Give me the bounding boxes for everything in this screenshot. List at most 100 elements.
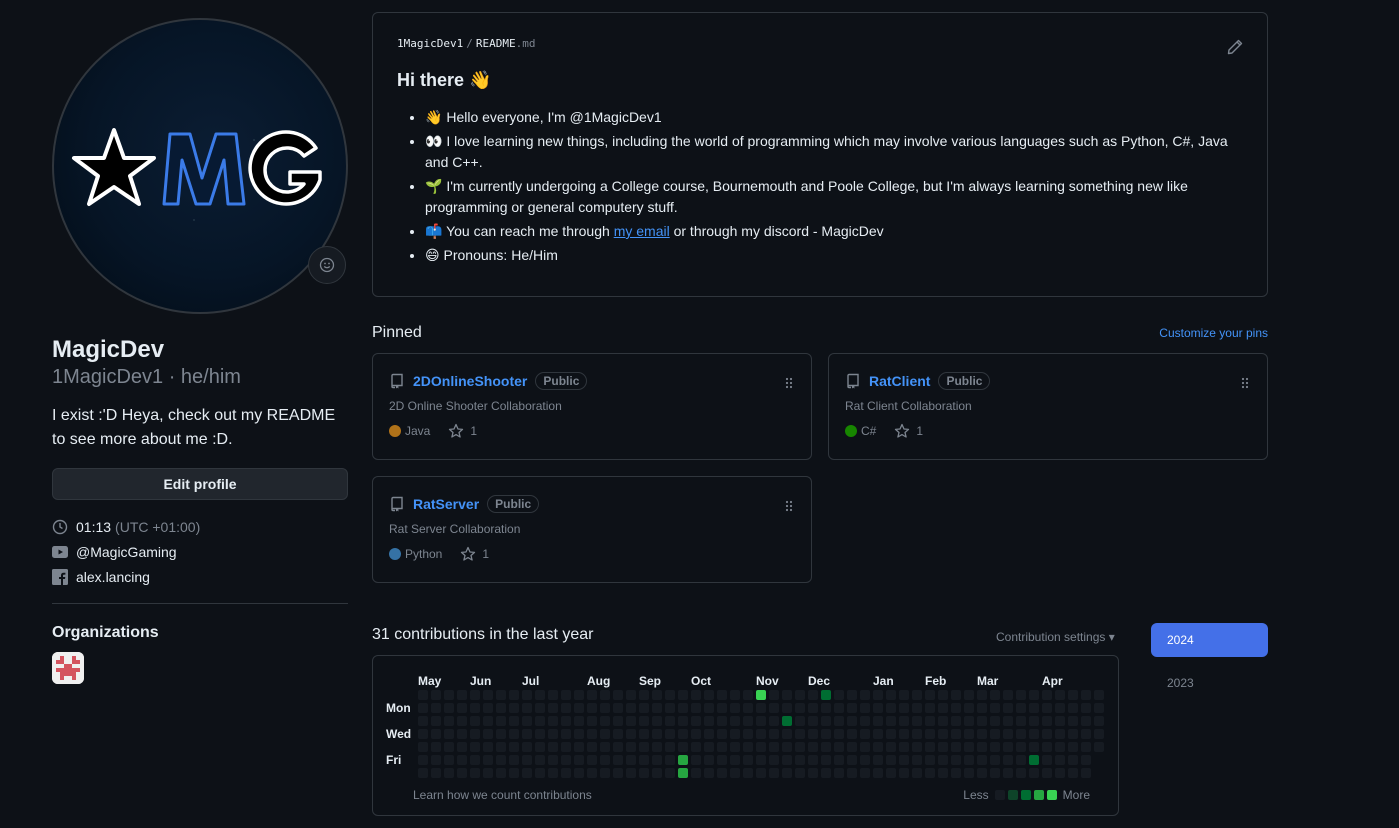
repo-link[interactable]: RatClient [869, 373, 930, 389]
contribution-day[interactable] [470, 755, 480, 765]
contribution-day[interactable] [626, 755, 636, 765]
contribution-day[interactable] [938, 690, 948, 700]
contribution-day[interactable] [1016, 690, 1026, 700]
contribution-day[interactable] [769, 716, 779, 726]
contribution-day[interactable] [717, 768, 727, 778]
contribution-day[interactable] [665, 768, 675, 778]
contribution-day[interactable] [509, 729, 519, 739]
contribution-day[interactable] [444, 703, 454, 713]
contribution-day[interactable] [548, 716, 558, 726]
contribution-day[interactable] [470, 742, 480, 752]
contribution-day[interactable] [938, 755, 948, 765]
contribution-day[interactable] [483, 742, 493, 752]
repo-link[interactable]: 2DOnlineShooter [413, 373, 527, 389]
contribution-day[interactable] [1094, 690, 1104, 700]
contribution-day[interactable] [730, 755, 740, 765]
contribution-day-active[interactable] [1029, 755, 1039, 765]
contribution-day[interactable] [886, 716, 896, 726]
contribution-settings-dropdown[interactable]: Contribution settings ▾ [996, 630, 1115, 644]
contribution-day[interactable] [756, 768, 766, 778]
contribution-day[interactable] [951, 703, 961, 713]
contribution-day[interactable] [1068, 690, 1078, 700]
contribution-day[interactable] [522, 716, 532, 726]
contribution-day[interactable] [561, 729, 571, 739]
contribution-day[interactable] [522, 742, 532, 752]
contribution-day[interactable] [496, 768, 506, 778]
contribution-day[interactable] [834, 690, 844, 700]
contribution-day[interactable] [1029, 768, 1039, 778]
contribution-day[interactable] [587, 729, 597, 739]
contribution-day[interactable] [847, 716, 857, 726]
drag-handle-icon[interactable] [1241, 376, 1249, 394]
year-2024-button[interactable]: 2024 [1151, 623, 1268, 657]
contribution-day[interactable] [496, 729, 506, 739]
contribution-day[interactable] [574, 690, 584, 700]
contribution-day[interactable] [444, 755, 454, 765]
contribution-day[interactable] [873, 768, 883, 778]
contribution-day[interactable] [834, 716, 844, 726]
contribution-day[interactable] [1068, 768, 1078, 778]
contribution-day[interactable] [1029, 729, 1039, 739]
contribution-day[interactable] [483, 716, 493, 726]
contribution-day[interactable] [535, 729, 545, 739]
contribution-day[interactable] [717, 690, 727, 700]
contribution-day[interactable] [1081, 729, 1091, 739]
contribution-day[interactable] [743, 716, 753, 726]
contribution-day[interactable] [886, 742, 896, 752]
contribution-day[interactable] [717, 742, 727, 752]
contribution-day[interactable] [496, 703, 506, 713]
contribution-day[interactable] [769, 690, 779, 700]
contribution-day[interactable] [1016, 729, 1026, 739]
contribution-day[interactable] [873, 755, 883, 765]
contribution-day[interactable] [691, 755, 701, 765]
contribution-day[interactable] [626, 768, 636, 778]
contribution-day[interactable] [561, 755, 571, 765]
contribution-day[interactable] [1055, 690, 1065, 700]
contribution-day[interactable] [535, 755, 545, 765]
contribution-day[interactable] [691, 690, 701, 700]
contribution-day[interactable] [808, 755, 818, 765]
contribution-day[interactable] [522, 755, 532, 765]
contribution-day[interactable] [743, 703, 753, 713]
contribution-day[interactable] [444, 742, 454, 752]
learn-contributions-link[interactable]: Learn how we count contributions [413, 788, 592, 802]
contribution-day[interactable] [613, 690, 623, 700]
contribution-day[interactable] [847, 742, 857, 752]
contribution-day[interactable] [977, 716, 987, 726]
youtube-link[interactable]: @MagicGaming [52, 539, 348, 564]
contribution-day[interactable] [795, 703, 805, 713]
contribution-day[interactable] [899, 716, 909, 726]
contribution-day[interactable] [951, 755, 961, 765]
contribution-day[interactable] [912, 729, 922, 739]
contribution-day[interactable] [860, 742, 870, 752]
contribution-day[interactable] [730, 729, 740, 739]
contribution-day[interactable] [704, 703, 714, 713]
contribution-day[interactable] [886, 690, 896, 700]
contribution-day[interactable] [639, 703, 649, 713]
contribution-day[interactable] [990, 690, 1000, 700]
contribution-day[interactable] [496, 742, 506, 752]
contribution-day[interactable] [730, 716, 740, 726]
contribution-day[interactable] [756, 755, 766, 765]
contribution-day[interactable] [535, 690, 545, 700]
contribution-day[interactable] [899, 768, 909, 778]
contribution-day[interactable] [613, 716, 623, 726]
contribution-day-active[interactable] [782, 716, 792, 726]
contribution-day[interactable] [873, 690, 883, 700]
contribution-day[interactable] [652, 742, 662, 752]
contribution-day[interactable] [587, 690, 597, 700]
contribution-day[interactable] [548, 755, 558, 765]
contribution-day[interactable] [808, 716, 818, 726]
contribution-day[interactable] [1068, 742, 1078, 752]
contribution-day[interactable] [899, 729, 909, 739]
contribution-day[interactable] [912, 716, 922, 726]
contribution-day[interactable] [665, 742, 675, 752]
contribution-day[interactable] [1068, 703, 1078, 713]
contribution-day[interactable] [821, 742, 831, 752]
contribution-day[interactable] [665, 716, 675, 726]
contribution-day[interactable] [782, 768, 792, 778]
contribution-day[interactable] [431, 768, 441, 778]
contribution-day[interactable] [1042, 690, 1052, 700]
contribution-day[interactable] [522, 768, 532, 778]
contribution-day[interactable] [951, 729, 961, 739]
